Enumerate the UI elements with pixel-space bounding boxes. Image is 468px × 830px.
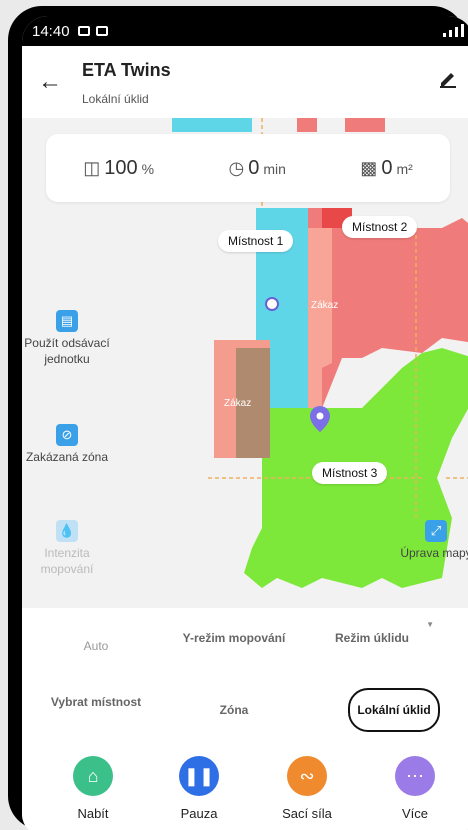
page-subtitle: Lokální úklid <box>82 92 149 106</box>
suction-icon: ∾ <box>287 756 327 796</box>
page-title: ETA Twins <box>82 60 171 80</box>
pause-button[interactable]: ❚❚ Pauza <box>154 756 244 821</box>
room-label-2[interactable]: Místnost 2 <box>342 216 418 238</box>
clock-icon: ◷ <box>228 157 245 178</box>
edit-pencil-icon[interactable] <box>438 68 458 88</box>
pause-icon: ❚❚ <box>179 756 219 796</box>
room-label-1[interactable]: Místnost 1 <box>218 230 294 252</box>
app-screen: 14:40 ← ETA Twins Lokální úklid ◫ 100 % … <box>22 16 468 830</box>
area-icon: ▩ <box>360 157 378 178</box>
mode-local-cleaning[interactable]: Lokální úklid <box>348 688 440 732</box>
mop-intensity-button[interactable]: 💧 Intenzita mopování <box>22 520 112 577</box>
forbidden-zone-label-1: Zákaz <box>311 300 339 311</box>
home-charge-icon: ⌂ <box>73 756 113 796</box>
more-button[interactable]: ⋯ Více <box>370 756 460 821</box>
phone-frame: 14:40 ← ETA Twins Lokální úklid ◫ 100 % … <box>8 6 468 830</box>
action-bar: ⌂ Nabít ❚❚ Pauza ∾ Sací síla ⋯ Více <box>22 748 468 830</box>
map-room1-top-strip <box>172 118 252 132</box>
app-bar: ← ETA Twins Lokální úklid <box>22 46 468 118</box>
stat-battery: ◫ 100 % <box>83 156 155 179</box>
stat-time: ◷ 0 min <box>228 156 286 179</box>
stat-area: ▩ 0 m² <box>360 156 413 179</box>
mode-y-mopping[interactable]: Y-režim mopování <box>174 630 294 647</box>
forbidden-zone-label-2: Zákaz <box>224 398 252 409</box>
forbidden-zone-button[interactable]: ⊘ Zakázaná zóna <box>22 424 112 466</box>
notification-icon <box>95 26 108 36</box>
mode-auto[interactable]: Auto <box>36 638 156 655</box>
room-label-3[interactable]: Místnost 3 <box>312 462 388 484</box>
status-time: 14:40 <box>32 22 70 40</box>
battery-icon: ◫ <box>83 157 101 178</box>
mode-select-room[interactable]: Vybrat místnost <box>36 694 156 711</box>
dust-station-button[interactable]: ▤ Použít odsávací jednotku <box>22 310 112 367</box>
mode-cleaning-dropdown[interactable]: Režim úklidu <box>312 630 432 647</box>
more-dots-icon: ⋯ <box>395 756 435 796</box>
suction-power-button[interactable]: ∾ Sací síla <box>262 756 352 821</box>
mode-zone[interactable]: Zóna <box>174 702 294 719</box>
cleaning-modes-panel: Auto Y-režim mopování Režim úklidu ▼ Vyb… <box>22 608 468 748</box>
gallery-icon <box>77 26 90 36</box>
signal-icon <box>443 24 464 37</box>
edit-map-button[interactable]: ⤢ Úprava mapy <box>398 520 468 562</box>
map-room2-top-strip <box>297 118 317 132</box>
cleaning-stats-panel: ◫ 100 % ◷ 0 min ▩ 0 m² <box>46 134 450 202</box>
water-drop-icon: 💧 <box>56 520 78 542</box>
cleaning-map[interactable]: ◫ 100 % ◷ 0 min ▩ 0 m² Místnost 1 Místno… <box>22 118 468 608</box>
robot-icon <box>265 297 279 311</box>
map-room2-top-strip-2 <box>345 118 385 132</box>
chevron-down-icon[interactable]: ▼ <box>426 620 434 629</box>
no-entry-icon: ⊘ <box>56 424 78 446</box>
dust-station-icon: ▤ <box>56 310 78 332</box>
charge-button[interactable]: ⌂ Nabít <box>48 756 138 821</box>
status-bar: 14:40 <box>22 16 468 46</box>
back-arrow-icon[interactable]: ← <box>38 68 62 96</box>
expand-map-icon: ⤢ <box>425 520 447 542</box>
